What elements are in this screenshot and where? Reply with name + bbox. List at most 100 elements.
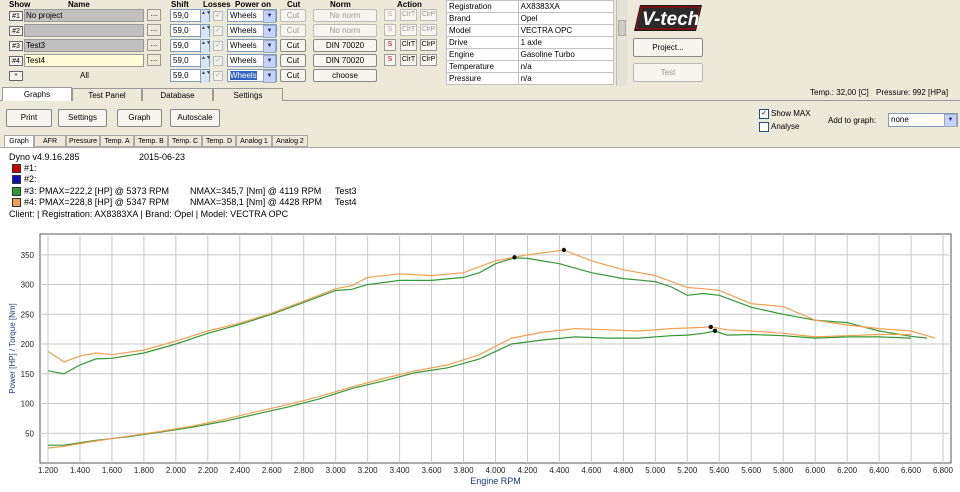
power-on-select[interactable]: Wheels ▼ <box>227 9 277 23</box>
row-browse-button[interactable]: ... <box>147 54 161 66</box>
row-browse-button[interactable]: ... <box>147 24 161 36</box>
tab-settings[interactable]: Settings <box>213 88 283 101</box>
power-on-value: Wheels <box>230 11 257 20</box>
chevron-down-icon: ▼ <box>263 70 276 83</box>
losses-checkbox[interactable]: ✓ <box>213 41 223 51</box>
project-button[interactable]: Project... <box>633 38 703 57</box>
row-select-button[interactable]: #1 <box>9 11 23 21</box>
subtab-temp-b[interactable]: Temp. B <box>134 135 168 147</box>
cut-button[interactable]: Cut <box>280 9 306 22</box>
graph-button[interactable]: Graph <box>117 109 162 127</box>
info-key: Brand <box>446 12 519 25</box>
subtab-pressure[interactable]: Pressure <box>66 135 100 147</box>
subtab-analog-2[interactable]: Analog 2 <box>272 135 308 147</box>
clear-power-button[interactable]: ClrP <box>420 54 437 66</box>
show-max-checkbox[interactable]: ✓ <box>759 109 769 119</box>
row-select-button[interactable]: * <box>9 71 23 81</box>
power-on-select[interactable]: Wheels ▼ <box>227 24 277 38</box>
row-select-button[interactable]: #4 <box>9 56 23 66</box>
info-row: Pressure n/a <box>446 72 615 85</box>
shift-input[interactable]: 59,0 ▲▼ <box>170 9 211 23</box>
subtab-afr[interactable]: AFR <box>34 135 66 147</box>
spinner-icon[interactable]: ▲▼ <box>200 70 211 83</box>
cut-button[interactable]: Cut <box>280 39 306 52</box>
col-header-cut: Cut <box>287 0 301 9</box>
spinner-icon[interactable]: ▲▼ <box>200 40 211 53</box>
losses-checkbox[interactable]: ✓ <box>213 11 223 21</box>
shift-input[interactable]: 59,0 ▲▼ <box>170 39 211 53</box>
x-tick-label: 6.200 <box>837 466 858 475</box>
print-button[interactable]: Print <box>6 109 52 127</box>
info-row: Temperature n/a <box>446 60 615 73</box>
tab-database[interactable]: Database <box>142 88 213 101</box>
shift-input[interactable]: 59,0 ▲▼ <box>170 24 211 38</box>
subtab-graph[interactable]: Graph <box>4 135 34 147</box>
tab-graphs[interactable]: Graphs <box>2 87 72 101</box>
norm-button[interactable]: No norm <box>313 9 377 22</box>
clear-torque-button[interactable]: ClrT <box>400 39 417 51</box>
cut-button[interactable]: Cut <box>280 54 306 67</box>
show-max-label: Show MAX <box>771 109 811 118</box>
row-name[interactable] <box>24 24 144 37</box>
x-tick-label: 6.400 <box>869 466 890 475</box>
losses-checkbox[interactable]: ✓ <box>213 26 223 36</box>
subtab-temp-a[interactable]: Temp. A <box>100 135 134 147</box>
col-header-show: Show <box>9 0 31 9</box>
power-on-select[interactable]: Wheels ▼ <box>227 69 277 83</box>
clear-power-button[interactable]: ClrP <box>420 24 437 36</box>
test-button[interactable]: Test <box>633 63 703 82</box>
shift-input[interactable]: 59,0 ▲▼ <box>170 54 211 68</box>
norm-button[interactable]: DIN 70020 <box>313 54 377 67</box>
shift-value: 59,0 <box>173 56 189 65</box>
settings-button[interactable]: Settings <box>58 109 107 127</box>
row-name[interactable]: Test4 <box>24 54 144 67</box>
row-select-button[interactable]: #2 <box>9 26 23 36</box>
clear-torque-button[interactable]: ClrT <box>400 54 417 66</box>
power-on-select[interactable]: Wheels ▼ <box>227 54 277 68</box>
subtab-temp-d[interactable]: Temp. D <box>202 135 236 147</box>
info-key: Pressure <box>446 72 519 85</box>
spinner-icon[interactable]: ▲▼ <box>200 55 211 68</box>
x-tick-label: 4.800 <box>613 466 634 475</box>
clear-torque-button[interactable]: ClrT <box>400 24 417 36</box>
row-browse-button[interactable]: ... <box>147 9 161 21</box>
x-tick-label: 5.000 <box>645 466 666 475</box>
s-button[interactable]: S <box>384 9 396 21</box>
clear-torque-button[interactable]: ClrT <box>400 9 417 21</box>
norm-button[interactable]: DIN 70020 <box>313 39 377 52</box>
x-tick-label: 3.400 <box>390 466 411 475</box>
losses-checkbox[interactable]: ✓ <box>213 56 223 66</box>
row-name[interactable]: Test3 <box>24 39 144 52</box>
subtab-temp-c[interactable]: Temp. C <box>168 135 202 147</box>
tab-test-panel[interactable]: Test Panel <box>72 88 142 101</box>
add-to-graph-label: Add to graph: <box>828 116 877 125</box>
y-tick-label: 300 <box>21 281 35 290</box>
y-tick-label: 50 <box>25 429 34 438</box>
add-to-graph-select[interactable]: none ▼ <box>888 113 958 127</box>
clear-power-button[interactable]: ClrP <box>420 39 437 51</box>
power-on-value: Wheels <box>230 26 257 35</box>
power-on-select[interactable]: Wheels ▼ <box>227 39 277 53</box>
y-axis-label: Power [HP] / Torque [Nm] <box>8 303 17 394</box>
cut-button[interactable]: Cut <box>280 24 306 37</box>
subtab-analog-1[interactable]: Analog 1 <box>236 135 272 147</box>
info-key: Registration <box>446 0 519 13</box>
row-name[interactable]: No project <box>24 9 144 22</box>
row-browse-button[interactable]: ... <box>147 39 161 51</box>
x-tick-label: 5.800 <box>773 466 794 475</box>
autoscale-button[interactable]: Autoscale <box>170 109 220 127</box>
cut-button[interactable]: Cut <box>280 69 306 82</box>
spinner-icon[interactable]: ▲▼ <box>200 10 211 23</box>
s-button[interactable]: S <box>384 39 396 51</box>
spinner-icon[interactable]: ▲▼ <box>200 25 211 38</box>
shift-input[interactable]: 59,0 ▲▼ <box>170 69 211 83</box>
row-select-button[interactable]: #3 <box>9 41 23 51</box>
norm-button[interactable]: choose <box>313 69 377 82</box>
analyse-checkbox[interactable] <box>759 122 769 132</box>
losses-checkbox[interactable]: ✓ <box>213 71 223 81</box>
s-button[interactable]: S <box>384 24 396 36</box>
s-button[interactable]: S <box>384 54 396 66</box>
norm-button[interactable]: No norm <box>313 24 377 37</box>
clear-power-button[interactable]: ClrP <box>420 9 437 21</box>
info-scrollbar[interactable] <box>616 0 627 86</box>
